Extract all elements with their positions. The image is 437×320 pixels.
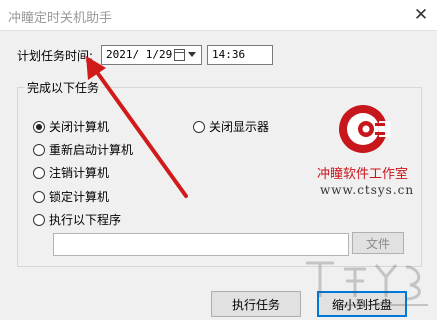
watermark-logo <box>306 261 428 306</box>
